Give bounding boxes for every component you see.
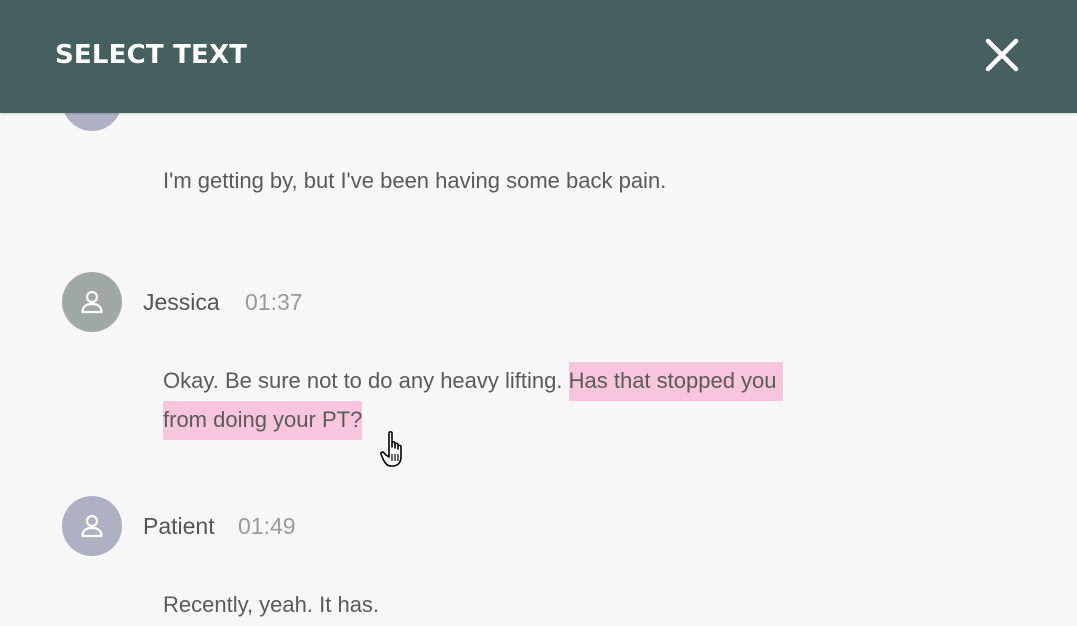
- hand-pointer-cursor-icon: [380, 431, 402, 467]
- close-button[interactable]: [982, 35, 1022, 75]
- user-icon: [81, 290, 103, 314]
- message-text[interactable]: I'm getting by, but I've been having som…: [163, 161, 843, 200]
- message-text[interactable]: Recently, yeah. It has.: [163, 585, 843, 624]
- timestamp: 01:37: [245, 289, 303, 315]
- timestamp: 01:49: [238, 513, 296, 539]
- modal-header: SELECT TEXT: [0, 0, 1077, 113]
- speaker-name: Jessica: [143, 289, 220, 315]
- avatar: [62, 272, 122, 332]
- close-icon: [985, 38, 1019, 72]
- user-icon: [81, 514, 103, 538]
- highlighted-text[interactable]: Has that stopped you: [568, 362, 783, 401]
- avatar: [62, 113, 122, 131]
- modal-title: SELECT TEXT: [55, 40, 248, 70]
- speaker-name: Patient: [143, 513, 215, 539]
- avatar: [62, 496, 122, 556]
- message-text[interactable]: Okay. Be sure not to do any heavy liftin…: [163, 361, 843, 440]
- message-text-plain[interactable]: Okay. Be sure not to do any heavy liftin…: [163, 368, 562, 393]
- transcript-list[interactable]: I'm getting by, but I've been having som…: [0, 113, 1077, 626]
- highlighted-text[interactable]: from doing your PT?: [163, 401, 363, 440]
